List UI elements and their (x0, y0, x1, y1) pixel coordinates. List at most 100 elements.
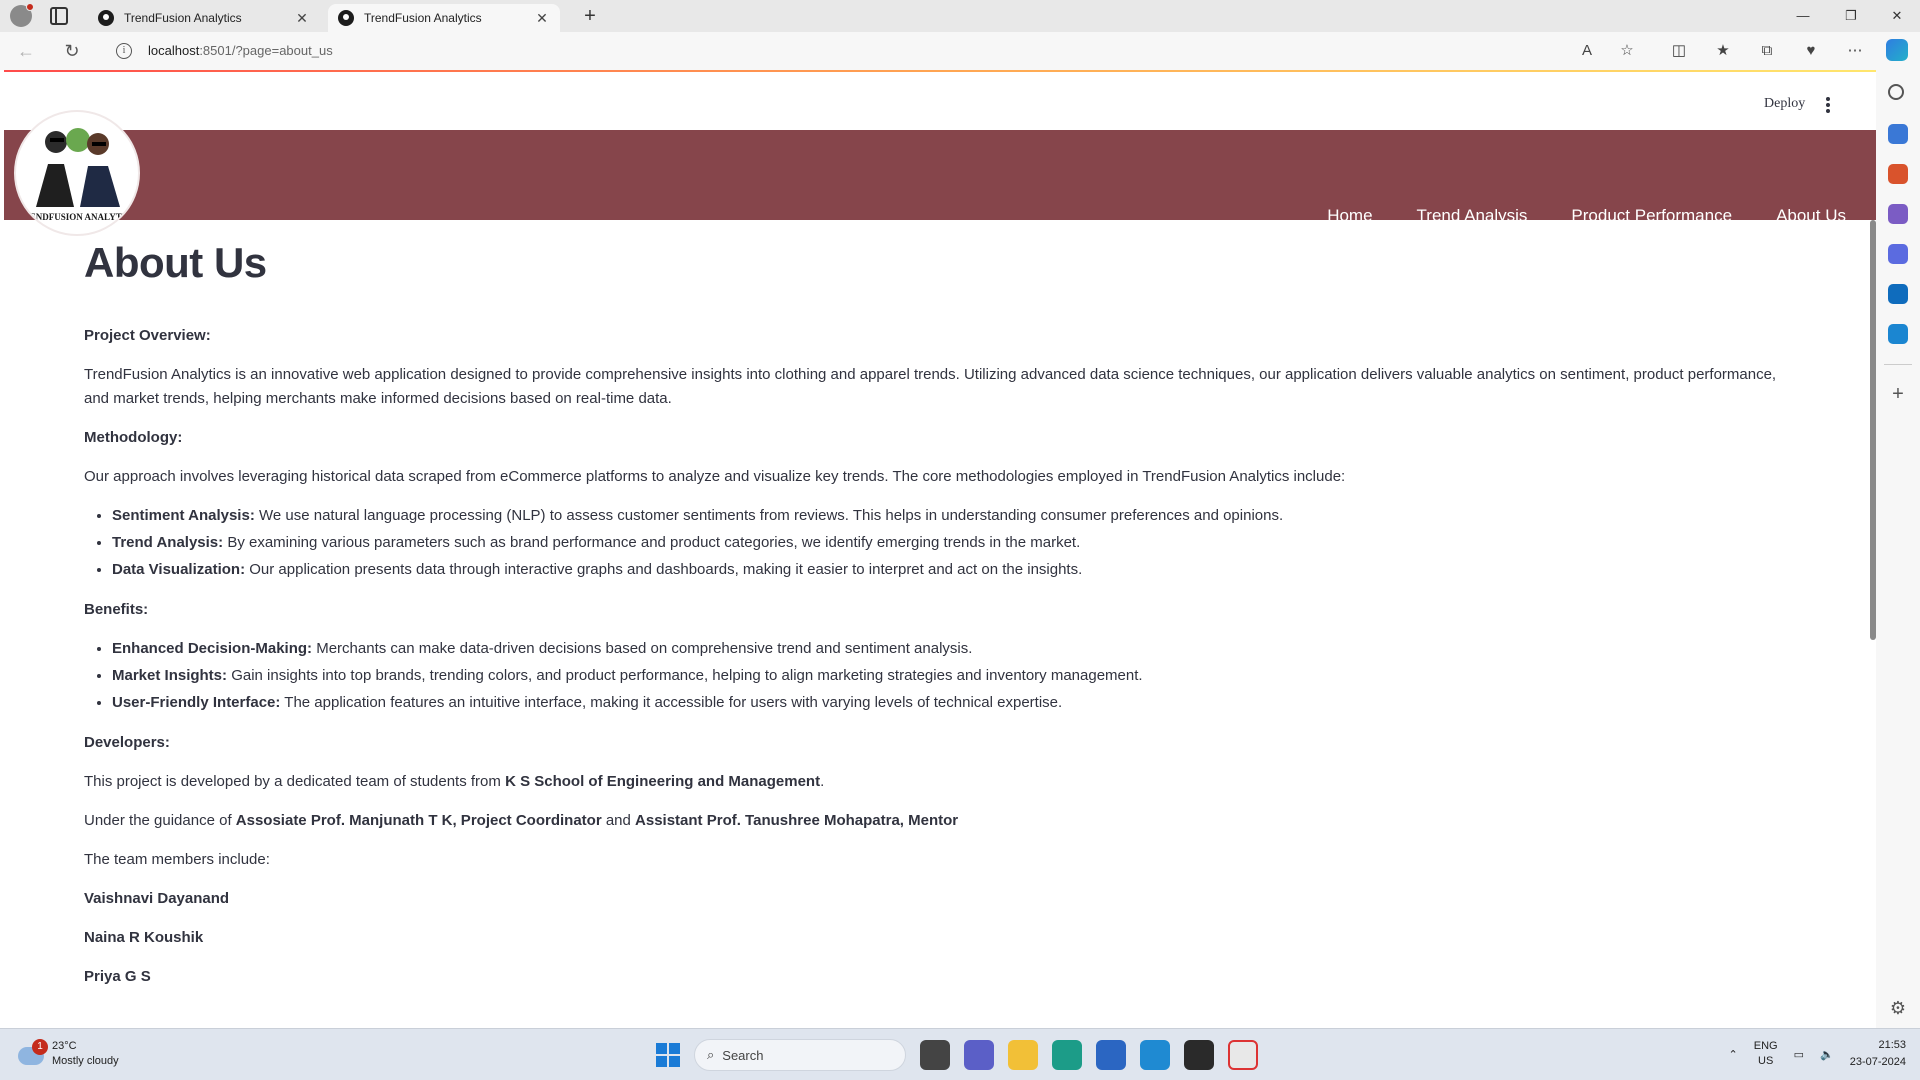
clock-date: 23-07-2024 (1849, 1056, 1906, 1068)
new-tab-icon[interactable]: + (578, 4, 602, 28)
store-icon[interactable] (1096, 1040, 1126, 1070)
tools-icon[interactable] (1888, 164, 1908, 184)
show-hidden-icons-icon[interactable]: ⌃ (1729, 1048, 1738, 1061)
windows-start-icon[interactable] (656, 1043, 680, 1067)
outlook-icon[interactable] (1888, 284, 1908, 304)
close-window-icon[interactable]: ✕ (1874, 4, 1920, 28)
benefits-list: Enhanced Decision-Making: Merchants can … (112, 637, 1804, 715)
windows-taskbar: 1 23°C Mostly cloudy ⌕ Search ⌃ ENG US ▭… (0, 1028, 1920, 1080)
clock-time: 21:53 (1878, 1039, 1906, 1051)
guidance-pre: Under the guidance of (84, 812, 236, 830)
profile-avatar-icon[interactable] (10, 3, 34, 27)
guidance-mid: and (601, 812, 636, 830)
developers-text: This project is developed by a dedicated… (84, 770, 1804, 794)
split-screen-icon[interactable]: ◫ (1668, 41, 1690, 61)
volume-icon[interactable]: 🔈 (1820, 1048, 1834, 1061)
task-view-icon[interactable] (920, 1040, 950, 1070)
more-menu-icon[interactable]: ⋯ (1844, 41, 1866, 61)
minimize-icon[interactable]: — (1780, 4, 1826, 28)
favorites-icon[interactable]: ★ (1712, 41, 1734, 61)
site-favicon-icon (338, 10, 354, 26)
system-tray: ⌃ ENG US ▭ 🔈 21:53 23-07-2024 (1729, 1037, 1906, 1071)
list-item: User-Friendly Interface: The application… (112, 691, 1804, 715)
item-label: Data Visualization: (112, 561, 246, 579)
weather-desc: Mostly cloudy (52, 1055, 119, 1067)
cloud-icon: 1 (18, 1039, 48, 1065)
browser-essentials-icon[interactable]: ♥ (1800, 41, 1822, 61)
top-navbar: Home Trend Analysis Product Performance … (4, 130, 1876, 225)
weather-badge: 1 (32, 1039, 48, 1055)
site-info-icon[interactable]: i (116, 43, 132, 59)
nav-link-trend-analysis[interactable]: Trend Analysis (1417, 206, 1528, 226)
guidance-mentor: Assistant Prof. Tanushree Mohapatra, Men… (635, 812, 959, 830)
terminal-icon[interactable] (1184, 1040, 1214, 1070)
back-icon[interactable]: ← (14, 40, 38, 62)
nav-link-about-us[interactable]: About Us (1776, 206, 1846, 226)
developers-heading: Developers: (84, 734, 170, 752)
tab-close-icon[interactable]: ✕ (294, 10, 310, 27)
benefits-heading: Benefits: (84, 601, 149, 619)
search-icon: ⌕ (707, 1047, 715, 1062)
lang-secondary: US (1758, 1055, 1774, 1067)
dev-text-post: . (820, 773, 825, 791)
list-item: Enhanced Decision-Making: Merchants can … (112, 637, 1804, 661)
site-favicon-icon (98, 10, 114, 26)
address-bar[interactable]: i localhost:8501/?page=about_us (104, 36, 1564, 66)
file-explorer-icon[interactable] (1008, 1040, 1038, 1070)
clock[interactable]: 21:53 23-07-2024 (1850, 1037, 1906, 1071)
item-text: Merchants can make data-driven decisions… (312, 640, 973, 658)
lang-primary: ENG (1753, 1040, 1778, 1052)
teams-icon[interactable] (964, 1040, 994, 1070)
games-icon[interactable] (1888, 204, 1908, 224)
team-member: Priya G S (84, 968, 151, 986)
item-label: Trend Analysis: (112, 534, 224, 552)
deploy-button[interactable]: Deploy (1764, 96, 1805, 112)
list-item: Market Insights: Gain insights into top … (112, 664, 1804, 688)
url-text[interactable]: localhost:8501/?page=about_us (148, 43, 333, 58)
tab-title: TrendFusion Analytics (364, 11, 482, 25)
restore-icon[interactable]: ❐ (1828, 4, 1874, 28)
main-menu-icon[interactable] (1826, 97, 1830, 113)
collections-icon[interactable]: ⧉ (1756, 41, 1778, 61)
edge-sidebar: + ⚙ (1876, 70, 1920, 1028)
item-label: Enhanced Decision-Making: (112, 640, 313, 658)
snipping-tool-icon[interactable] (1228, 1040, 1258, 1070)
brand-logo: TRENDFUSION ANALYTICS (14, 110, 140, 236)
guidance-text: Under the guidance of Assosiate Prof. Ma… (84, 809, 1804, 833)
reload-icon[interactable]: ↻ (60, 40, 84, 62)
read-aloud-icon[interactable]: A (1576, 41, 1598, 61)
overview-heading: Project Overview: (84, 327, 211, 345)
shopping-icon[interactable] (1888, 124, 1908, 144)
language-indicator[interactable]: ENG US (1754, 1039, 1778, 1069)
streamlit-header: Deploy (4, 72, 1876, 130)
add-icon[interactable]: + (1888, 384, 1908, 404)
page-viewport: Deploy Home Trend Analysis Product Perfo… (4, 70, 1876, 1028)
search-icon[interactable] (1888, 84, 1904, 100)
send-icon[interactable] (1888, 324, 1908, 344)
list-item: Sentiment Analysis: We use natural langu… (112, 504, 1804, 528)
item-text: We use natural language processing (NLP)… (254, 507, 1284, 525)
vscode-icon[interactable] (1140, 1040, 1170, 1070)
nav-links: Home Trend Analysis Product Performance … (1327, 206, 1846, 226)
browser-tab[interactable]: TrendFusion Analytics ✕ (88, 4, 320, 32)
nav-link-home[interactable]: Home (1327, 206, 1372, 226)
settings-gear-icon[interactable]: ⚙ (1888, 998, 1908, 1019)
main-content: About Us Project Overview: TrendFusion A… (84, 238, 1804, 1004)
microsoft-365-icon[interactable] (1888, 244, 1908, 264)
logo-text: TRENDFUSION ANALYTICS (17, 212, 137, 222)
nav-link-product-performance[interactable]: Product Performance (1571, 206, 1732, 226)
list-item: Trend Analysis: By examining various par… (112, 531, 1804, 555)
taskbar-search[interactable]: ⌕ Search (694, 1039, 906, 1071)
tab-close-icon[interactable]: ✕ (534, 10, 550, 27)
favorite-star-icon[interactable]: ☆ (1616, 41, 1638, 61)
browser-tab-active[interactable]: TrendFusion Analytics ✕ (328, 4, 560, 32)
weather-widget[interactable]: 1 23°C Mostly cloudy (18, 1039, 119, 1069)
url-host: localhost (148, 43, 200, 58)
url-path: :8501/?page=about_us (199, 43, 333, 58)
network-icon[interactable]: ▭ (1794, 1048, 1804, 1061)
tab-actions-icon[interactable] (50, 7, 68, 25)
page-title: About Us (84, 239, 267, 286)
item-label: User-Friendly Interface: (112, 694, 281, 712)
edge-browser-icon[interactable] (1052, 1040, 1082, 1070)
copilot-icon[interactable] (1886, 39, 1908, 61)
